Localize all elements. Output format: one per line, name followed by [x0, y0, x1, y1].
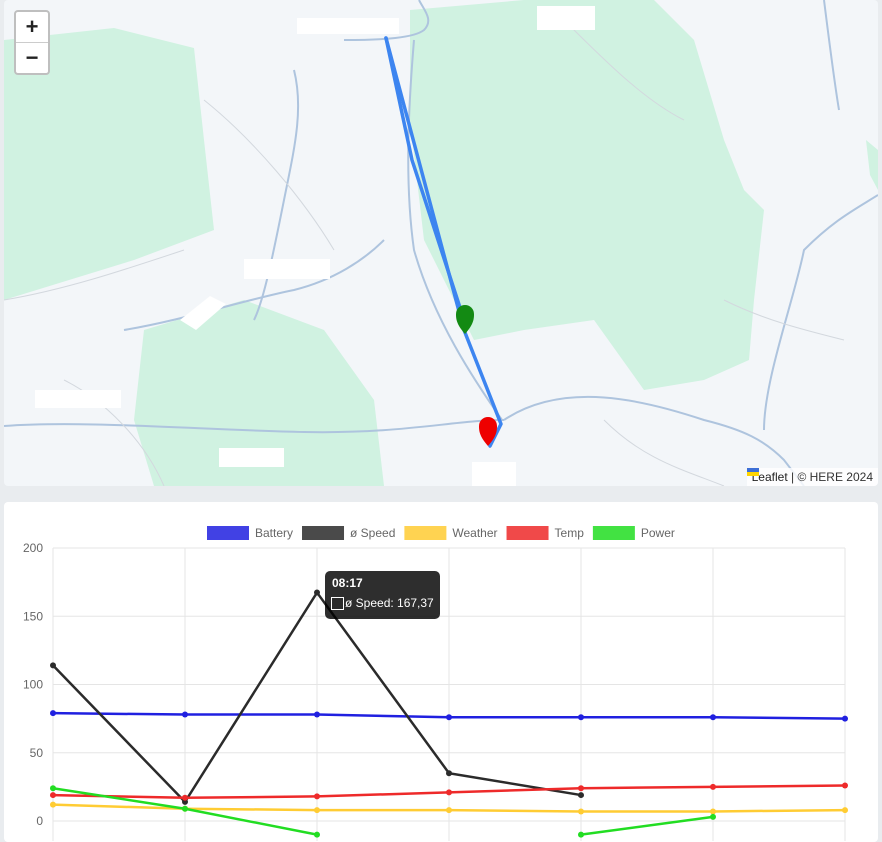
data-point [314, 807, 320, 814]
legend-label: Power [641, 526, 675, 540]
data-point [446, 789, 452, 796]
place-label [472, 462, 516, 486]
data-point [182, 711, 188, 718]
data-point [314, 793, 320, 800]
data-point [182, 805, 188, 812]
legend-swatch [302, 526, 345, 540]
tooltip-swatch [331, 597, 344, 610]
data-point [710, 714, 716, 721]
data-point [50, 662, 56, 669]
data-point [182, 794, 188, 801]
y-tick-label: 0 [36, 814, 43, 828]
legend-label: Battery [255, 526, 293, 540]
data-point [314, 589, 320, 596]
legend-label: ø Speed [350, 526, 395, 540]
data-point [842, 807, 848, 814]
legend-label: Temp [555, 526, 585, 540]
attribution-text: | © HERE 2024 [787, 470, 873, 484]
data-point [578, 831, 584, 838]
end-marker-icon [479, 417, 497, 446]
data-point [314, 831, 320, 838]
map-tiles[interactable] [4, 0, 878, 486]
data-point [50, 801, 56, 808]
y-tick-label: 50 [30, 746, 44, 760]
map-view[interactable]: + − Leaflet | © HERE 2024 [4, 0, 878, 486]
legend-label: Weather [452, 526, 497, 540]
data-point [578, 714, 584, 721]
data-point [842, 715, 848, 722]
data-point [578, 808, 584, 815]
tooltip-body: ø Speed: 167,37 [345, 596, 434, 610]
y-tick-label: 200 [23, 541, 43, 555]
data-point [314, 711, 320, 718]
chart-tooltip: 08:17 ø Speed: 167,37 [325, 571, 440, 619]
data-point [578, 792, 584, 799]
legend-swatch [592, 526, 635, 540]
data-point [710, 808, 716, 815]
data-point [710, 783, 716, 790]
data-point [50, 792, 56, 799]
y-tick-label: 100 [23, 678, 43, 692]
zoom-control: + − [14, 10, 50, 75]
data-point [446, 807, 452, 814]
legend-swatch [506, 526, 549, 540]
data-point [50, 710, 56, 717]
data-point [446, 714, 452, 721]
road [763, 194, 878, 431]
road [253, 69, 300, 321]
ukraine-flag-icon [746, 468, 759, 476]
minor-road [603, 419, 725, 486]
line-chart[interactable]: 0 50 100 150 200 Battery ø Speed Weather Temp Pow… [4, 502, 878, 842]
road [823, 0, 840, 111]
zoom-out-button[interactable]: − [16, 42, 48, 73]
minor-road [203, 99, 335, 251]
y-tick-label: 150 [23, 609, 43, 623]
map-attribution: Leaflet | © HERE 2024 [746, 468, 878, 486]
place-label [219, 448, 284, 467]
series-line [580, 815, 714, 836]
place-label [297, 18, 399, 34]
tooltip-title: 08:17 [332, 576, 363, 590]
forest-area [866, 140, 878, 190]
data-point [446, 770, 452, 777]
place-label [244, 259, 330, 279]
data-point [578, 785, 584, 792]
data-point [842, 782, 848, 789]
data-point [710, 813, 716, 820]
legend-swatch [207, 526, 249, 540]
legend-swatch [404, 526, 447, 540]
place-label [537, 6, 595, 30]
place-label [35, 390, 121, 408]
data-point [50, 785, 56, 792]
zoom-in-button[interactable]: + [16, 12, 48, 42]
chart-card: 0 50 100 150 200 Battery ø Speed Weather Temp Pow… [4, 502, 878, 842]
